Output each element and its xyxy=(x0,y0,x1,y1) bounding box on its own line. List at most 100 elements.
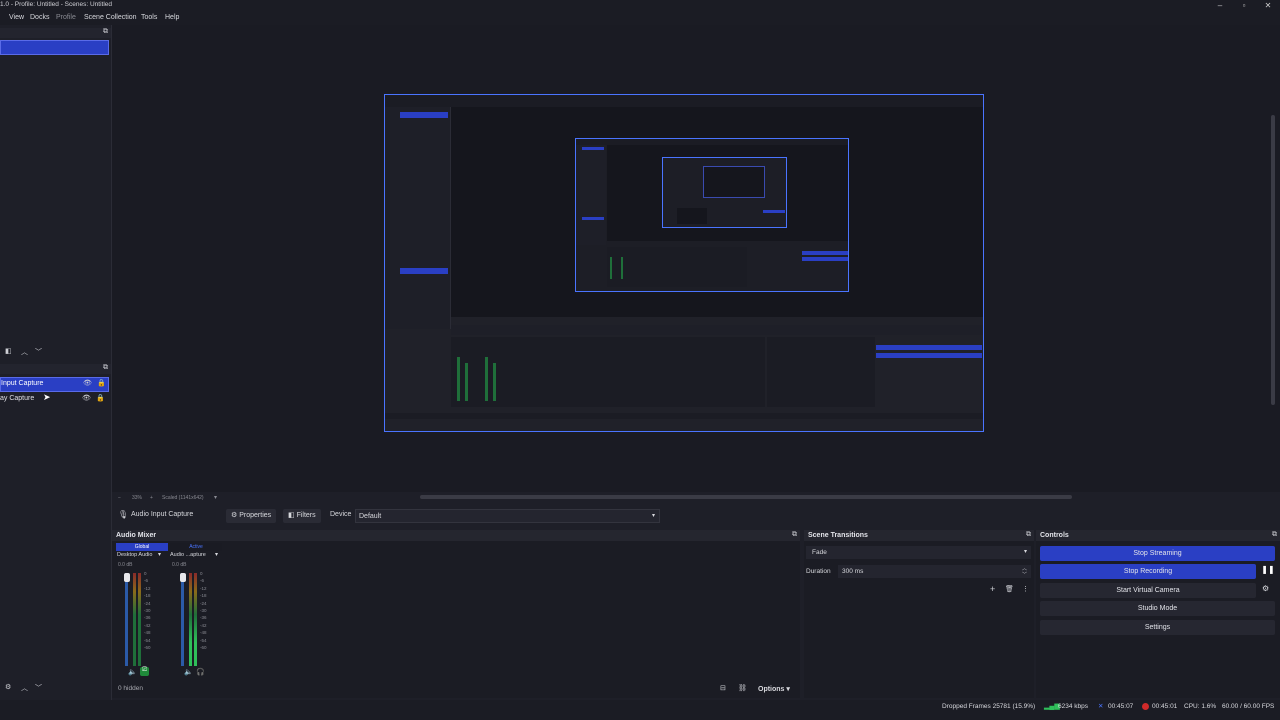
nested2-meter xyxy=(610,257,612,279)
source-label: Input Capture xyxy=(1,380,44,387)
volume-slider-handle[interactable] xyxy=(124,573,130,582)
menu-scene-collection[interactable]: Scene Collection xyxy=(84,14,137,21)
speaker-icon[interactable]: 🔈 xyxy=(128,668,137,676)
layout-icon[interactable]: ⊟ xyxy=(720,684,726,692)
menu-help[interactable]: Help xyxy=(165,14,179,21)
duration-label: Duration xyxy=(806,568,831,575)
close-button[interactable]: ✕ xyxy=(1256,0,1280,12)
nested-source-selected xyxy=(400,268,448,274)
level-meter xyxy=(138,573,141,666)
eye-icon[interactable]: 👁 xyxy=(82,394,91,402)
stepper-down-icon[interactable]: ﹀ xyxy=(1022,571,1027,578)
restore-button[interactable]: ▫ xyxy=(1232,0,1256,12)
undock-icon[interactable]: ⧉ xyxy=(1026,531,1031,539)
nested-left-pane xyxy=(385,107,451,329)
menu-profile[interactable]: Profile xyxy=(56,14,76,21)
nested2-scene-selected xyxy=(582,147,604,150)
duration-input[interactable]: 300 ms ︿ ﹀ xyxy=(838,565,1031,578)
filters-button[interactable]: ◧ Filters xyxy=(283,509,321,523)
filter-icon[interactable]: ◧ xyxy=(5,347,12,355)
channel-global-badge: Global xyxy=(116,543,168,551)
lock-icon[interactable]: 🔒 xyxy=(97,379,106,387)
preview-horizontal-scrollbar[interactable] xyxy=(420,495,1072,499)
scale-tick: -36 xyxy=(200,615,207,621)
device-label: Device xyxy=(330,511,352,518)
gear-icon[interactable]: ⚙ xyxy=(1262,584,1269,593)
undock-icon[interactable]: ⧉ xyxy=(103,364,108,372)
scale-tick: -12 xyxy=(144,585,151,591)
scenes-toolbar: ◧ ︿ ﹀ xyxy=(0,345,111,359)
filter-icon: ◧ xyxy=(288,512,297,519)
studio-mode-button[interactable]: Studio Mode xyxy=(1040,601,1275,616)
nested2-meter xyxy=(621,257,623,279)
meter-scale: 0 -6 -12 -18 -24 -30 -36 -42 -48 -54 -60 xyxy=(200,570,210,651)
trash-icon[interactable]: 🗑 xyxy=(1005,585,1014,593)
scale-tick: -24 xyxy=(144,600,151,606)
scale-tick: -18 xyxy=(200,593,207,599)
stop-recording-button[interactable]: Stop Recording xyxy=(1040,564,1256,579)
move-up-icon[interactable]: ︿ xyxy=(21,683,28,693)
link-icon[interactable]: ⛓ xyxy=(738,684,747,692)
chevron-down-icon[interactable]: ▾ xyxy=(215,551,218,558)
volume-slider-track[interactable] xyxy=(181,573,184,666)
menu-view[interactable]: View xyxy=(9,14,24,21)
nested3-mixer xyxy=(677,208,707,224)
eye-icon[interactable]: 👁 xyxy=(83,379,92,387)
volume-slider-handle[interactable] xyxy=(180,573,186,582)
nested-meter xyxy=(485,357,488,401)
chevron-down-icon[interactable]: ▾ xyxy=(158,551,161,558)
nested-meter xyxy=(457,357,460,401)
lock-icon[interactable]: 🔒 xyxy=(96,394,105,402)
minimize-button[interactable]: – xyxy=(1208,0,1232,12)
gear-icon[interactable]: ⚙ xyxy=(5,683,11,691)
status-bar: Dropped Frames 25781 (15.9%) ▂▄▆ 6234 kb… xyxy=(0,700,1280,720)
preview-vertical-scrollbar[interactable] xyxy=(1271,115,1275,405)
properties-button[interactable]: ⚙ Properties xyxy=(226,509,277,523)
gear-icon: ⚙ xyxy=(231,512,240,519)
undock-icon[interactable]: ⧉ xyxy=(103,28,108,36)
menu-docks[interactable]: Docks xyxy=(30,14,49,21)
nested-statusbar xyxy=(385,413,983,419)
move-down-icon[interactable]: ﹀ xyxy=(35,347,42,357)
scale-tick: -54 xyxy=(200,637,207,643)
nested2-stop-recording xyxy=(802,257,848,261)
filters-label: Filters xyxy=(296,512,316,519)
device-select[interactable]: Default ▾ xyxy=(355,509,660,523)
undock-icon[interactable]: ⧉ xyxy=(792,531,797,539)
move-up-icon[interactable]: ︿ xyxy=(21,347,28,357)
settings-button[interactable]: Settings xyxy=(1040,620,1275,635)
pause-icon[interactable]: ❚❚ xyxy=(1261,565,1275,579)
window-title: 1.0 - Profile: Untitled - Scenes: Untitl… xyxy=(0,1,112,8)
scale-tick: 0 xyxy=(144,571,147,576)
scale-tick: -30 xyxy=(144,608,151,614)
transition-value: Fade xyxy=(812,549,827,556)
undock-icon[interactable]: ⧉ xyxy=(1272,531,1277,539)
chevron-down-icon[interactable]: ▾ xyxy=(214,494,217,501)
scale-tick: -60 xyxy=(144,645,151,651)
source-item[interactable]: ay Capture 👁 🔒 xyxy=(0,393,107,406)
transition-select[interactable]: Fade ▾ xyxy=(806,546,1031,559)
chevron-down-icon: ▾ xyxy=(786,686,790,693)
monitor-icon[interactable]: ⎚ xyxy=(140,667,149,676)
move-down-icon[interactable]: ﹀ xyxy=(35,683,42,693)
nested-capture-frame-inner xyxy=(662,157,787,228)
options-button[interactable]: Options ▾ xyxy=(758,685,790,693)
speaker-icon[interactable]: 🔈 xyxy=(184,668,193,676)
volume-slider-track[interactable] xyxy=(125,573,128,666)
channel-name: Desktop Audio xyxy=(117,552,153,558)
scale-tick: -48 xyxy=(144,630,151,636)
stop-streaming-button[interactable]: Stop Streaming xyxy=(1040,546,1275,561)
zoom-in-icon[interactable]: + xyxy=(150,495,153,501)
bitrate: 6234 kbps xyxy=(1058,703,1088,710)
more-options-icon[interactable]: ⋮ xyxy=(1022,585,1029,593)
channel-name: Audio ...apture xyxy=(170,552,206,558)
add-icon[interactable]: + xyxy=(990,584,995,594)
zoom-out-icon[interactable]: − xyxy=(118,495,121,501)
start-virtual-camera-button[interactable]: Start Virtual Camera xyxy=(1040,583,1256,598)
menu-tools[interactable]: Tools xyxy=(141,14,157,21)
scene-item-selected[interactable] xyxy=(0,40,109,55)
nested2-mixer xyxy=(607,247,747,287)
headphones-icon[interactable]: 🎧 xyxy=(196,668,205,676)
properties-label: Properties xyxy=(239,512,272,519)
source-item-selected[interactable]: Input Capture 👁 🔒 xyxy=(0,377,109,392)
